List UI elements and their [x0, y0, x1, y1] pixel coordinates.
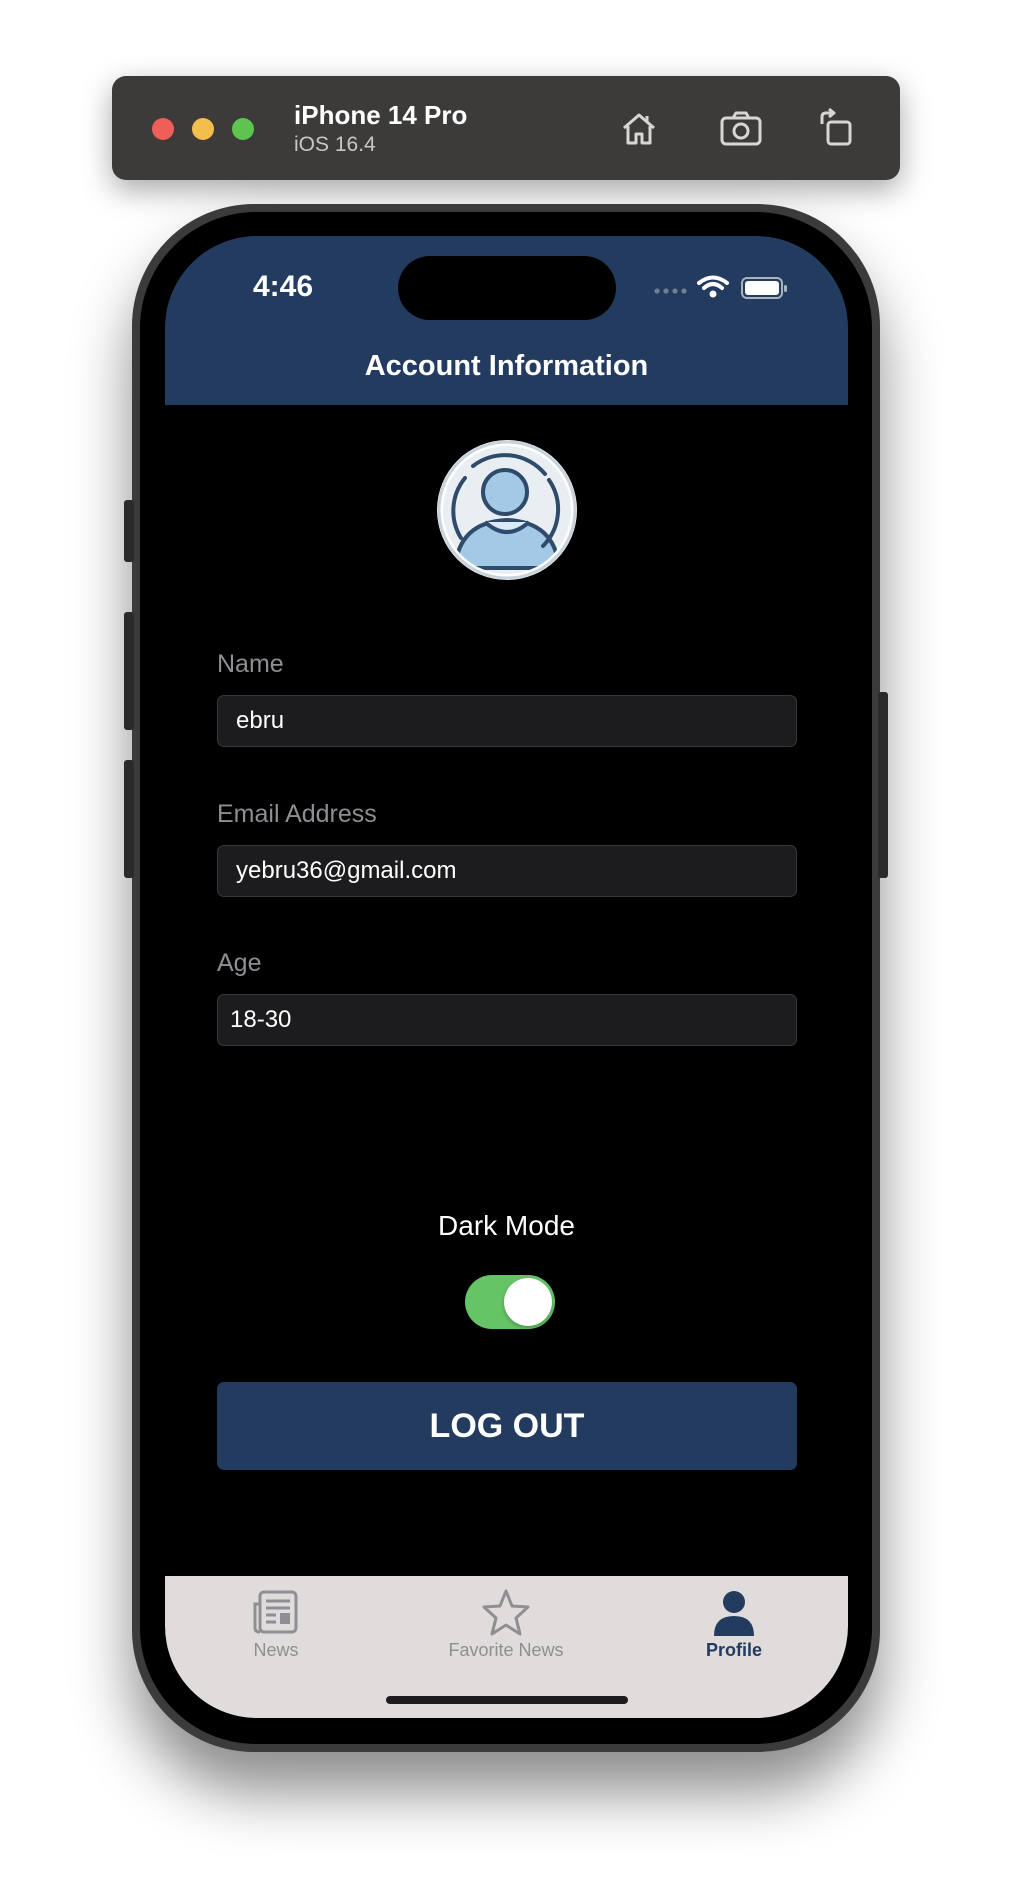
newspaper-icon [253, 1590, 298, 1634]
home-icon [623, 113, 655, 145]
email-input[interactable] [217, 845, 797, 897]
age-input[interactable] [217, 994, 797, 1046]
zoom-window-button[interactable] [232, 118, 254, 140]
home-button[interactable] [616, 106, 662, 152]
status-time: 4:46 [253, 270, 314, 303]
page-title: Account Information [364, 350, 649, 382]
dark-mode-toggle[interactable] [465, 1275, 555, 1329]
tab-label-profile: Profile [705, 1640, 762, 1660]
power-button [878, 692, 888, 878]
tab-favorite-news[interactable]: Favorite News [416, 1582, 596, 1672]
battery-icon [741, 277, 787, 299]
person-icon [714, 1591, 754, 1636]
cellular-signal-icon [654, 288, 687, 294]
device-name: iPhone 14 Pro [294, 100, 468, 130]
screenshot-icon [720, 111, 762, 146]
os-version: iOS 16.4 [294, 133, 376, 156]
minimize-window-button[interactable] [192, 118, 214, 140]
tab-news[interactable]: News [186, 1582, 366, 1672]
name-label: Name [217, 650, 284, 678]
navigation-bar: 4:46 Account Information [165, 236, 848, 405]
screenshot-button[interactable] [718, 106, 764, 152]
tab-label-news: News [253, 1640, 299, 1660]
star-icon [482, 1589, 530, 1636]
age-label: Age [217, 949, 262, 977]
dark-mode-label: Dark Mode [438, 1210, 575, 1241]
tab-profile[interactable]: Profile [644, 1582, 824, 1672]
simulator-toolbar: iPhone 14 Pro iOS 16.4 [112, 76, 900, 180]
toggle-knob [504, 1278, 552, 1326]
rotate-button[interactable] [814, 106, 860, 152]
avatar-icon[interactable] [437, 440, 577, 580]
status-icons [654, 275, 787, 299]
tab-label-favorite-news: Favorite News [448, 1640, 564, 1660]
dynamic-island [398, 256, 616, 320]
rotate-icon [820, 107, 852, 146]
wifi-icon [697, 275, 729, 298]
name-input[interactable] [217, 695, 797, 747]
home-indicator [386, 1696, 628, 1704]
logout-button[interactable]: LOG OUT [217, 1382, 797, 1470]
volume-up-button [124, 612, 134, 730]
volume-down-button [124, 760, 134, 878]
app-screen: 4:46 Account Information Name ebru Email… [165, 236, 848, 1718]
mute-switch [124, 500, 134, 562]
email-label: Email Address [217, 800, 377, 828]
close-window-button[interactable] [152, 118, 174, 140]
